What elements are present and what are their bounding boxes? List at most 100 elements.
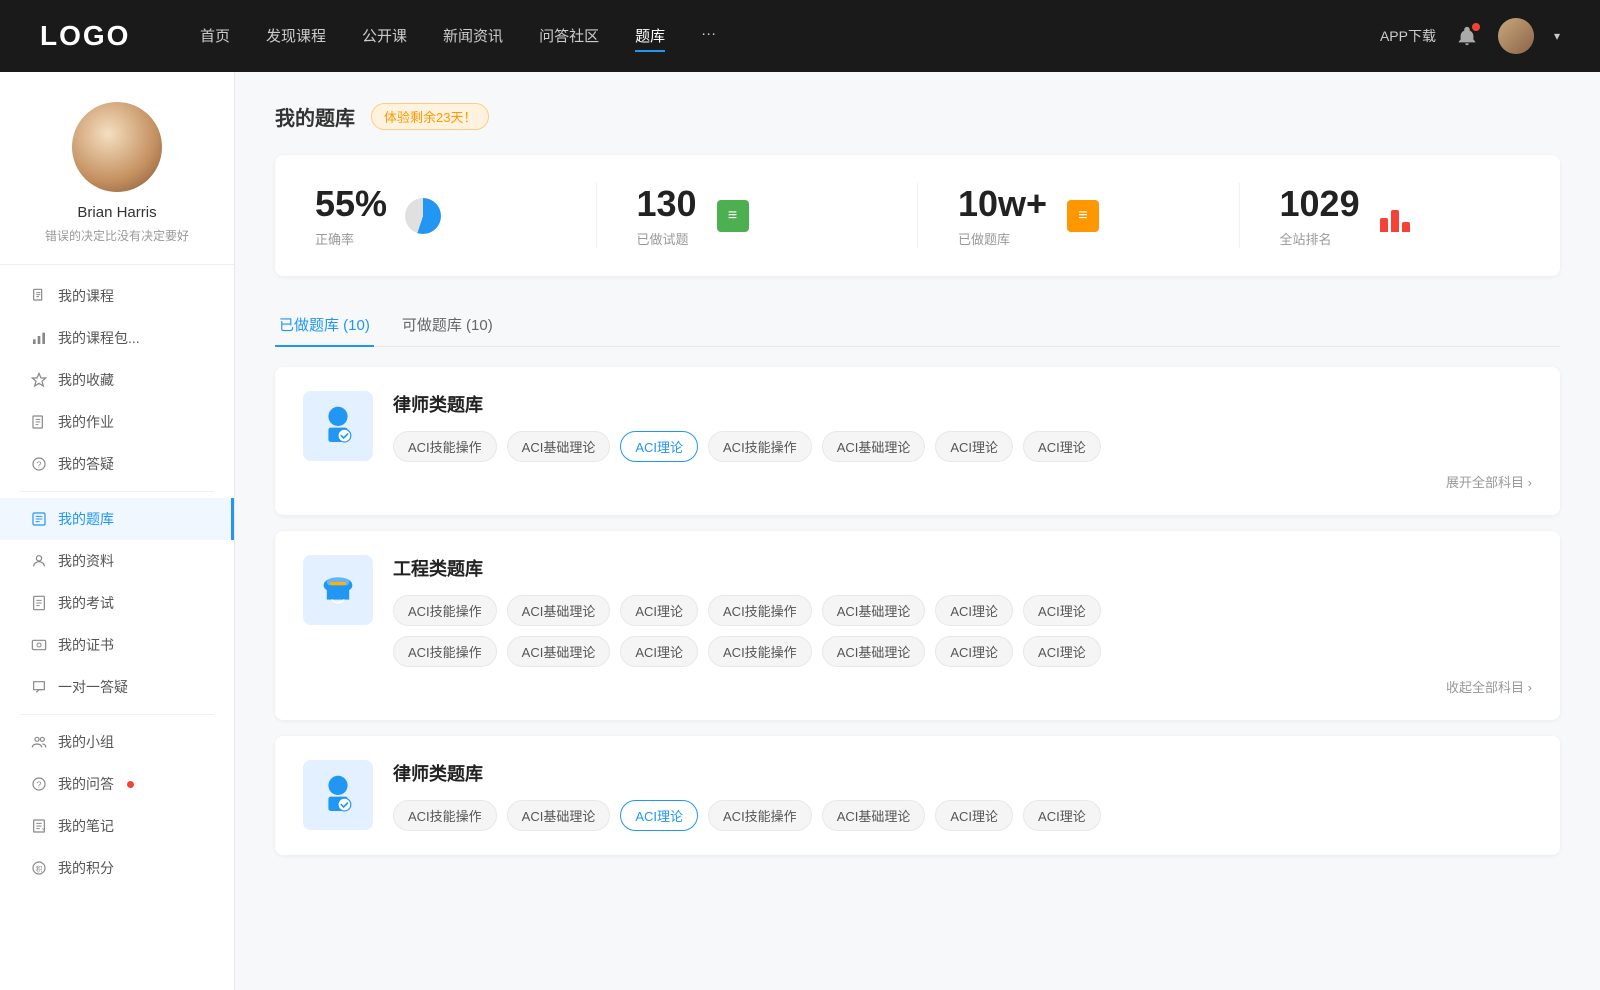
nav-news[interactable]: 新闻资讯 [443, 21, 503, 52]
app-download-link[interactable]: APP下载 [1380, 26, 1436, 46]
collapse-link-2[interactable]: 收起全部科目 › [393, 677, 1532, 696]
stat-rank-text: 1029 全站排名 [1280, 183, 1360, 248]
tag-1-6[interactable]: ACI理论 [935, 431, 1013, 462]
notification-bell[interactable] [1456, 25, 1478, 47]
bank-card-lawyer-2: 律师类题库 ACI技能操作 ACI基础理论 ACI理论 ACI技能操作 ACI基… [275, 736, 1560, 855]
note-icon [30, 817, 48, 835]
sidebar-item-my-qa[interactable]: ? 我的问答 [0, 763, 234, 805]
tag-3-6[interactable]: ACI理论 [935, 800, 1013, 831]
my-qa-label: 我的问答 [58, 774, 114, 794]
nav-qa[interactable]: 问答社区 [539, 21, 599, 52]
bank-card-lawyer-1: 律师类题库 ACI技能操作 ACI基础理论 ACI理论 ACI技能操作 ACI基… [275, 367, 1560, 515]
bank-name-2: 工程类题库 [393, 555, 1532, 581]
nav-home[interactable]: 首页 [200, 21, 230, 52]
sidebar-item-my-package[interactable]: 我的课程包... [0, 317, 234, 359]
nav-bank[interactable]: 题库 [635, 21, 665, 52]
divider-1 [20, 491, 214, 492]
my-course-label: 我的课程 [58, 286, 114, 306]
tag-2-12[interactable]: ACI基础理论 [822, 636, 926, 667]
tag-3-7[interactable]: ACI理论 [1023, 800, 1101, 831]
tab-available-banks[interactable]: 可做题库 (10) [398, 304, 497, 347]
profile-avatar[interactable] [72, 102, 162, 192]
tag-2-9[interactable]: ACI基础理论 [507, 636, 611, 667]
tabs-row: 已做题库 (10) 可做题库 (10) [275, 304, 1560, 347]
tag-3-3[interactable]: ACI理论 [620, 800, 698, 831]
tag-1-2[interactable]: ACI基础理论 [507, 431, 611, 462]
question-orange-icon: ≡ [1067, 200, 1099, 232]
tag-2-14[interactable]: ACI理论 [1023, 636, 1101, 667]
tag-2-6[interactable]: ACI理论 [935, 595, 1013, 626]
main-layout: Brian Harris 错误的决定比没有决定要好 我的课程 我的课程包... [0, 72, 1600, 990]
group-icon [30, 733, 48, 751]
tag-1-4[interactable]: ACI技能操作 [708, 431, 812, 462]
page-header: 我的题库 体验剩余23天！ [275, 102, 1560, 131]
one-on-one-label: 一对一答疑 [58, 677, 128, 697]
svg-text:积: 积 [36, 864, 43, 873]
stat-done-questions: 130 已做试题 ≡ [597, 183, 919, 248]
nav-more[interactable]: ··· [701, 21, 716, 52]
sidebar-item-my-notes[interactable]: 我的笔记 [0, 805, 234, 847]
sidebar-item-my-homework[interactable]: 我的作业 [0, 401, 234, 443]
tag-2-11[interactable]: ACI技能操作 [708, 636, 812, 667]
logo: LOGO [40, 20, 160, 52]
avatar-image [1498, 18, 1534, 54]
tag-1-1[interactable]: ACI技能操作 [393, 431, 497, 462]
user-icon [30, 552, 48, 570]
bar-chart-icon [1380, 200, 1412, 232]
tag-2-8[interactable]: ACI技能操作 [393, 636, 497, 667]
tag-1-5[interactable]: ACI基础理论 [822, 431, 926, 462]
bank-card-header-2: 工程类题库 ACI技能操作 ACI基础理论 ACI理论 ACI技能操作 ACI基… [303, 555, 1532, 696]
nav-open-course[interactable]: 公开课 [362, 21, 407, 52]
sidebar-item-one-on-one[interactable]: 一对一答疑 [0, 666, 234, 708]
svg-text:?: ? [37, 459, 42, 469]
stat-accuracy-text: 55% 正确率 [315, 183, 387, 248]
tag-2-13[interactable]: ACI理论 [935, 636, 1013, 667]
tag-1-3[interactable]: ACI理论 [620, 431, 698, 462]
expand-link-1[interactable]: 展开全部科目 › [393, 472, 1532, 491]
tag-1-7[interactable]: ACI理论 [1023, 431, 1101, 462]
tag-3-2[interactable]: ACI基础理论 [507, 800, 611, 831]
my-bank-label: 我的题库 [58, 509, 114, 529]
avatar-inner [72, 102, 162, 192]
sidebar-item-my-points[interactable]: 积 我的积分 [0, 847, 234, 889]
sidebar-item-my-profile[interactable]: 我的资料 [0, 540, 234, 582]
my-cert-label: 我的证书 [58, 635, 114, 655]
stat-rank-icon [1376, 196, 1416, 236]
tag-2-4[interactable]: ACI技能操作 [708, 595, 812, 626]
tag-2-3[interactable]: ACI理论 [620, 595, 698, 626]
sidebar-item-my-course[interactable]: 我的课程 [0, 275, 234, 317]
page-title: 我的题库 [275, 102, 355, 131]
stat-done-banks: 10w+ 已做题库 ≡ [918, 183, 1240, 248]
my-exam-label: 我的考试 [58, 593, 114, 613]
stat-done-banks-number: 10w+ [958, 183, 1047, 225]
sidebar-item-my-bank[interactable]: 我的题库 [0, 498, 234, 540]
sidebar-item-my-group[interactable]: 我的小组 [0, 721, 234, 763]
avatar[interactable] [1498, 18, 1534, 54]
tags-row-2a: ACI技能操作 ACI基础理论 ACI理论 ACI技能操作 ACI基础理论 AC… [393, 595, 1532, 626]
sidebar-item-my-favorites[interactable]: 我的收藏 [0, 359, 234, 401]
top-navigation: LOGO 首页 发现课程 公开课 新闻资讯 问答社区 题库 ··· APP下载 … [0, 0, 1600, 72]
sidebar-item-my-exam[interactable]: 我的考试 [0, 582, 234, 624]
nav-discover[interactable]: 发现课程 [266, 21, 326, 52]
sidebar: Brian Harris 错误的决定比没有决定要好 我的课程 我的课程包... [0, 72, 235, 990]
nav-right-area: APP下载 ▾ [1380, 18, 1560, 54]
stat-rank-number: 1029 [1280, 183, 1360, 225]
tag-2-10[interactable]: ACI理论 [620, 636, 698, 667]
bank-card-header-1: 律师类题库 ACI技能操作 ACI基础理论 ACI理论 ACI技能操作 ACI基… [303, 391, 1532, 491]
notification-dot [1472, 23, 1480, 31]
tag-2-5[interactable]: ACI基础理论 [822, 595, 926, 626]
chevron-down-icon[interactable]: ▾ [1554, 29, 1560, 43]
tag-2-2[interactable]: ACI基础理论 [507, 595, 611, 626]
tag-2-7[interactable]: ACI理论 [1023, 595, 1101, 626]
sidebar-item-my-answers[interactable]: ? 我的答疑 [0, 443, 234, 485]
tag-3-4[interactable]: ACI技能操作 [708, 800, 812, 831]
nav-links: 首页 发现课程 公开课 新闻资讯 问答社区 题库 ··· [200, 21, 1340, 52]
sidebar-item-my-cert[interactable]: 我的证书 [0, 624, 234, 666]
tag-3-1[interactable]: ACI技能操作 [393, 800, 497, 831]
my-homework-label: 我的作业 [58, 412, 114, 432]
profile-motto: 错误的决定比没有决定要好 [45, 227, 189, 244]
bank-logo-lawyer-1 [303, 391, 373, 461]
tag-2-1[interactable]: ACI技能操作 [393, 595, 497, 626]
tag-3-5[interactable]: ACI基础理论 [822, 800, 926, 831]
tab-done-banks[interactable]: 已做题库 (10) [275, 304, 374, 347]
